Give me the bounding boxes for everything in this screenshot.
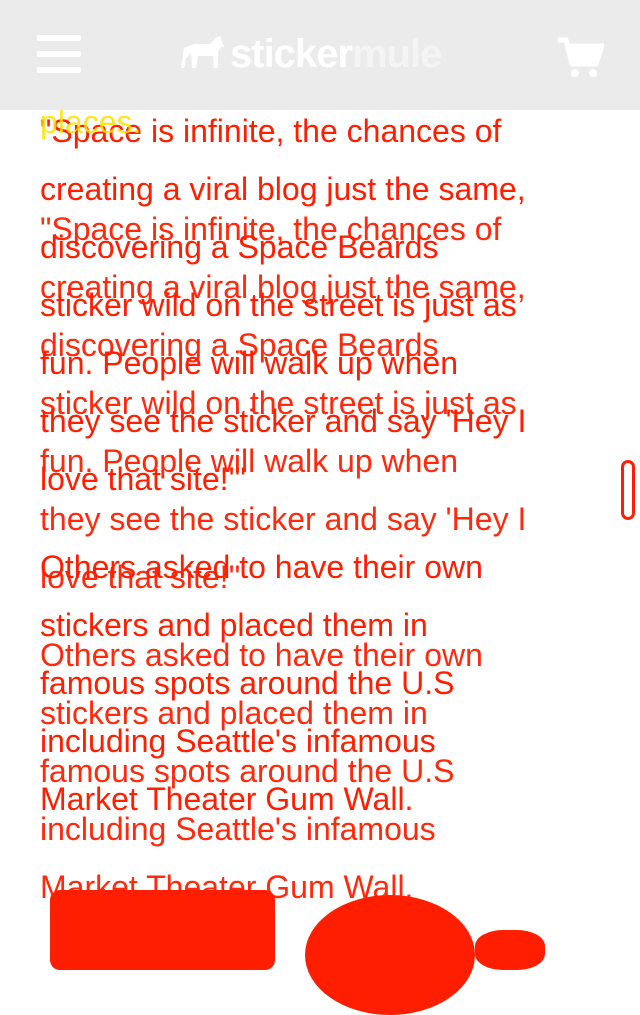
sticker-image-fragment (50, 890, 275, 970)
sticker-image-fragment (305, 895, 475, 1015)
shopping-cart-icon[interactable] (556, 36, 605, 85)
quote-line: sticker wild on the street is just as (40, 385, 517, 421)
quote-line: creating a viral blog just the same, (40, 269, 526, 305)
top-header: sticker mule (0, 0, 640, 110)
top-fragment: places. (40, 110, 142, 140)
quote-line: fun. People will walk up when (40, 443, 459, 479)
article-body: "Space is infinite, the chances of creat… (0, 110, 640, 959)
others-line: famous spots around the U.S (40, 753, 455, 789)
logo-text-sticker: sticker (230, 31, 353, 76)
quote-line: "Space is infinite, the chances of (40, 211, 502, 247)
others-line: including Seattle's infamous (40, 811, 436, 847)
scrollbar-thumb[interactable] (621, 460, 635, 520)
others-line: stickers and placed them in (40, 695, 428, 731)
article-text-layer-b: "Space is infinite, the chances of creat… (40, 200, 610, 916)
hamburger-menu-icon[interactable] (37, 35, 81, 73)
quote-line: discovering a Space Beards (40, 327, 439, 363)
quote-line: love that site!'" (40, 559, 247, 595)
quote-line: they see the sticker and say 'Hey I (40, 501, 527, 537)
sticker-image-fragment (475, 930, 545, 970)
logo-text-mule: mule (351, 31, 442, 76)
mule-icon (181, 36, 224, 68)
stickermule-logo[interactable]: sticker mule (180, 30, 442, 78)
others-line: Others asked to have their own (40, 637, 483, 673)
